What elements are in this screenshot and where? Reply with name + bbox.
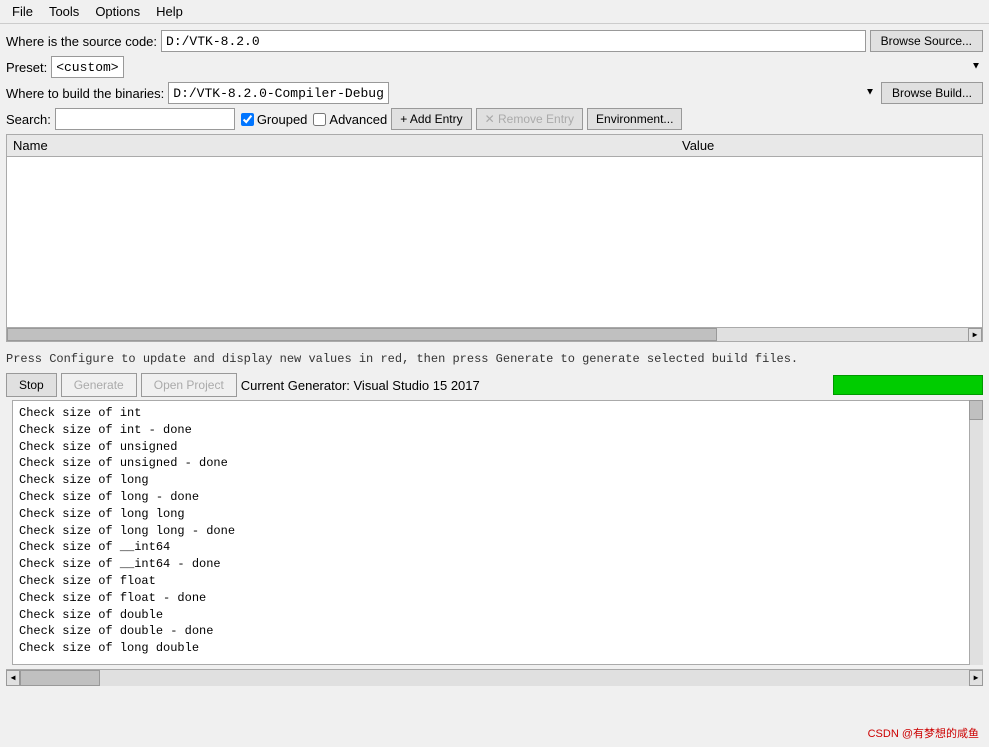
log-line: Check size of unsigned [19, 439, 958, 456]
binary-row: Where to build the binaries: D:/VTK-8.2.… [6, 82, 983, 104]
log-line: Check size of long double [19, 640, 958, 657]
col-value-header: Value [676, 138, 976, 153]
binary-select-wrapper: D:/VTK-8.2.0-Compiler-Debug [168, 82, 877, 104]
log-scroll-right[interactable]: ▶ [969, 670, 983, 686]
log-line: Check size of float - done [19, 590, 958, 607]
binary-label: Where to build the binaries: [6, 86, 164, 101]
log-line: Check size of __int64 - done [19, 556, 958, 573]
log-horizontal-scrollbar[interactable]: ◀ ▶ [6, 669, 983, 685]
preset-select-wrapper: <custom> [51, 56, 983, 78]
menu-help[interactable]: Help [148, 2, 191, 21]
binary-select[interactable]: D:/VTK-8.2.0-Compiler-Debug [168, 82, 389, 104]
log-line: Check size of __int64 [19, 539, 958, 556]
log-scroll-left[interactable]: ◀ [6, 670, 20, 686]
scrollbar-thumb[interactable] [7, 328, 717, 341]
browse-source-button[interactable]: Browse Source... [870, 30, 983, 52]
grouped-checkbox[interactable] [241, 113, 254, 126]
source-input[interactable] [161, 30, 866, 52]
log-scroll-thumb[interactable] [20, 670, 100, 686]
add-entry-button[interactable]: + Add Entry [391, 108, 471, 130]
search-input[interactable] [55, 108, 235, 130]
log-scroll-track [20, 670, 969, 686]
log-line: Check size of long [19, 472, 958, 489]
log-line: Check size of int [19, 405, 958, 422]
advanced-checkbox[interactable] [313, 113, 326, 126]
preset-row: Preset: <custom> [6, 56, 983, 78]
preset-select[interactable]: <custom> [51, 56, 124, 78]
log-line: Check size of long long [19, 506, 958, 523]
generator-text: Current Generator: Visual Studio 15 2017 [241, 378, 829, 393]
open-project-button[interactable]: Open Project [141, 373, 237, 397]
remove-entry-button[interactable]: ✕ Remove Entry [476, 108, 583, 130]
log-line: Check size of double [19, 607, 958, 624]
log-scrollbar-thumb[interactable] [969, 400, 983, 420]
log-line: Check size of float [19, 573, 958, 590]
advanced-label: Advanced [329, 112, 387, 127]
progress-bar [833, 375, 983, 395]
source-row: Where is the source code: Browse Source.… [6, 30, 983, 52]
menu-tools[interactable]: Tools [41, 2, 87, 21]
col-name-header: Name [13, 138, 676, 153]
search-label: Search: [6, 112, 51, 127]
toolbar-row: Search: Grouped Advanced + Add Entry ✕ R… [6, 108, 983, 130]
log-line: Check size of double - done [19, 623, 958, 640]
table-header: Name Value [7, 135, 982, 157]
log-line: Check size of long long - done [19, 523, 958, 540]
log-wrapper: Check size of intCheck size of int - don… [6, 400, 983, 665]
stop-button[interactable]: Stop [6, 373, 57, 397]
main-content: Where is the source code: Browse Source.… [0, 24, 989, 348]
advanced-checkbox-label[interactable]: Advanced [313, 112, 387, 127]
table-container: Name Value ▶ [6, 134, 983, 342]
log-line: Check size of int - done [19, 422, 958, 439]
menu-bar: File Tools Options Help [0, 0, 989, 24]
watermark: CSDN @有梦想的咸鱼 [868, 725, 979, 741]
preset-label: Preset: [6, 60, 47, 75]
generate-button[interactable]: Generate [61, 373, 137, 397]
environment-button[interactable]: Environment... [587, 108, 682, 130]
menu-file[interactable]: File [4, 2, 41, 21]
source-label: Where is the source code: [6, 34, 157, 49]
log-vertical-scrollbar[interactable] [969, 400, 983, 665]
log-line: Check size of long - done [19, 489, 958, 506]
log-line: Check size of unsigned - done [19, 455, 958, 472]
horizontal-scrollbar[interactable]: ▶ [7, 327, 982, 341]
info-bar: Press Configure to update and display ne… [0, 348, 989, 370]
browse-build-button[interactable]: Browse Build... [881, 82, 983, 104]
grouped-label: Grouped [257, 112, 308, 127]
menu-options[interactable]: Options [87, 2, 148, 21]
grouped-checkbox-label[interactable]: Grouped [241, 112, 308, 127]
action-row: Stop Generate Open Project Current Gener… [0, 370, 989, 400]
table-body [7, 157, 982, 327]
log-area[interactable]: Check size of intCheck size of int - don… [12, 400, 977, 665]
scroll-right-arrow[interactable]: ▶ [968, 328, 982, 341]
